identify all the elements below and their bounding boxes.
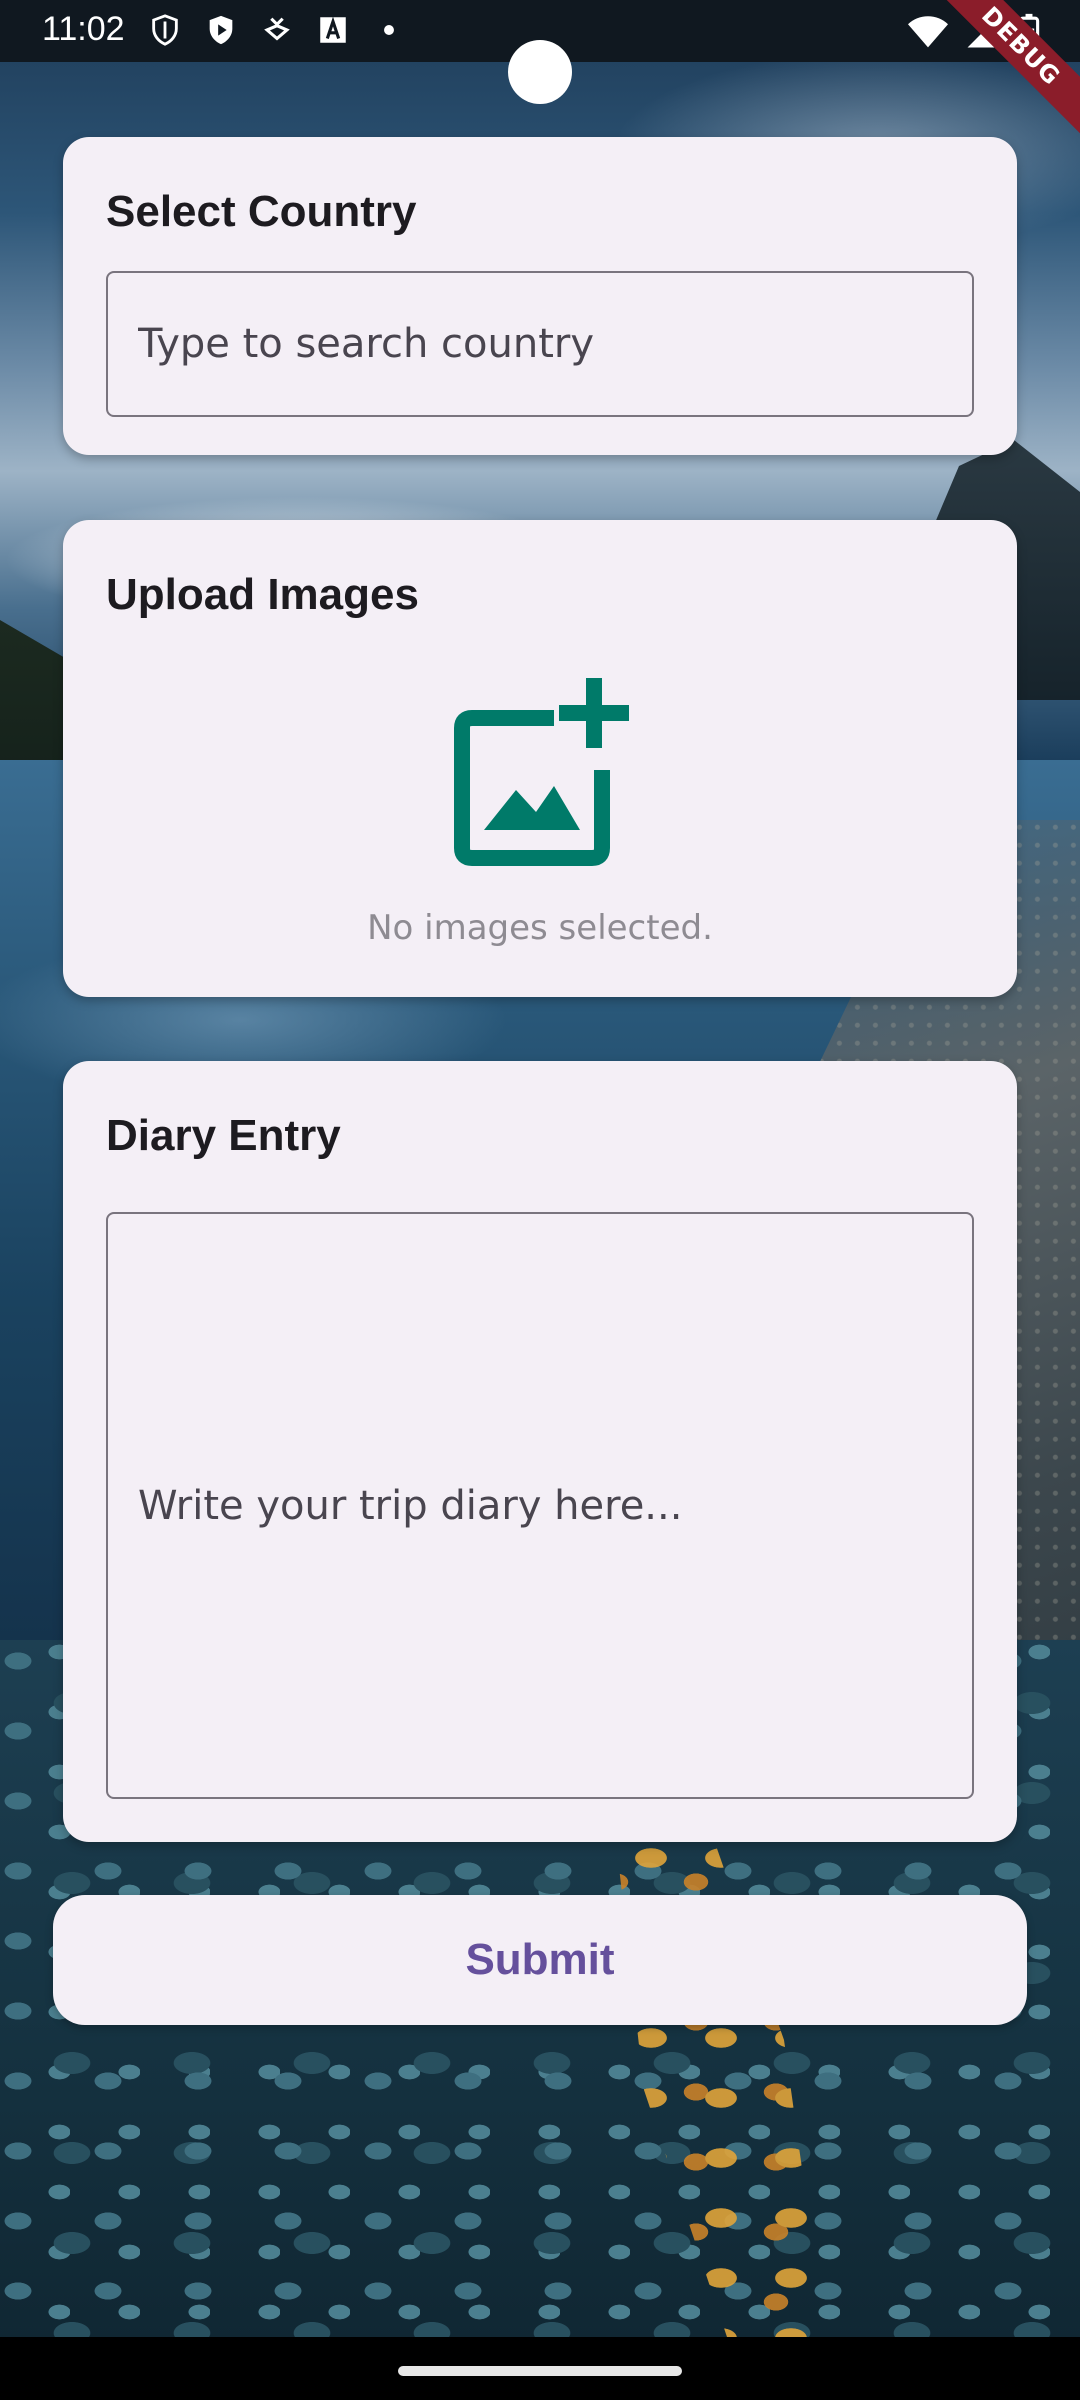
upload-images-title: Upload Images — [106, 570, 419, 619]
upload-images-card: Upload Images No images selected. — [63, 520, 1017, 997]
notification-icons — [148, 13, 406, 47]
navigation-bar — [0, 2337, 1080, 2400]
diary-entry-card: Diary Entry Write your trip diary here..… — [63, 1061, 1017, 1842]
submit-button[interactable]: Submit — [53, 1895, 1027, 2025]
diary-entry-placeholder: Write your trip diary here... — [138, 1482, 683, 1529]
country-search-input[interactable] — [106, 271, 974, 417]
camera-cutout — [508, 40, 572, 104]
status-time: 11:02 — [42, 10, 125, 48]
shield-icon — [148, 13, 182, 47]
home-indicator[interactable] — [398, 2366, 682, 2376]
select-country-title: Select Country — [106, 187, 417, 236]
select-country-card: Select Country — [63, 137, 1017, 455]
download-icon — [260, 13, 294, 47]
add-photo-icon[interactable] — [450, 678, 640, 868]
dot-icon — [372, 13, 406, 47]
diary-entry-title: Diary Entry — [106, 1111, 341, 1160]
diary-entry-textarea[interactable]: Write your trip diary here... — [106, 1212, 974, 1799]
wifi-icon — [908, 15, 948, 54]
no-images-text: No images selected. — [367, 908, 713, 948]
font-icon — [316, 13, 350, 47]
play-protect-icon — [204, 13, 238, 47]
